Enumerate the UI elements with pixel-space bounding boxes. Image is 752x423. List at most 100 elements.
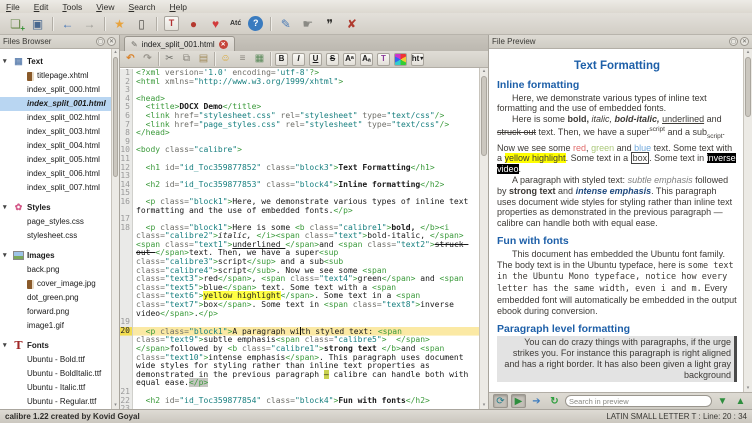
scroll-down-icon[interactable]: ▾ [744, 385, 752, 392]
file-item[interactable]: Ubuntu - Bold.ttf [0, 353, 111, 367]
files-scrollbar[interactable]: ▴ ▾ [111, 49, 119, 409]
float-icon[interactable]: ◻ [96, 37, 105, 46]
spellcheck-icon[interactable]: Atć [230, 16, 241, 31]
style-dropdown-icon[interactable]: ht▾ [411, 53, 424, 66]
code-line[interactable]: 14 <h2 id="id_Toc359877853" class="block… [120, 181, 479, 190]
file-item[interactable]: forward.png [0, 305, 111, 319]
check-book-icon[interactable]: ● [186, 16, 201, 31]
scroll-down-icon[interactable]: ▾ [112, 402, 119, 409]
live-refresh-icon[interactable]: ▶ [511, 394, 526, 408]
file-item[interactable]: Ubuntu - Regular.ttf [0, 395, 111, 409]
float-icon[interactable]: ◻ [729, 37, 738, 46]
scroll-up-icon[interactable]: ▴ [480, 68, 488, 75]
file-item[interactable]: index_split_002.html [0, 111, 111, 125]
close-icon[interactable]: ✕ [740, 37, 749, 46]
file-item[interactable]: index_split_006.html [0, 167, 111, 181]
code-line[interactable]: 2<html xmlns="http://www.w3.org/1999/xht… [120, 78, 479, 87]
bold-icon[interactable]: B [275, 53, 288, 66]
file-item[interactable]: Ubuntu - Italic.ttf [0, 381, 111, 395]
menu-file[interactable]: File [6, 2, 20, 12]
paste-icon[interactable]: ▤ [197, 53, 210, 66]
follow-cursor-icon[interactable]: ➔ [529, 394, 544, 408]
section-styles[interactable]: ▾✿Styles [0, 199, 111, 215]
tab-index-split-001[interactable]: ✎ index_split_001.html ✕ [124, 36, 235, 51]
reload-icon[interactable]: ↻ [547, 394, 562, 408]
donate-heart-icon[interactable]: ♥ [208, 16, 223, 31]
editor-scrollbar[interactable]: ▴ ▾ [479, 68, 488, 409]
special-character-icon[interactable]: ☺ [219, 53, 232, 66]
code-line[interactable]: 12 <h1 id="id_Toc359877852" class="block… [120, 164, 479, 173]
save-icon[interactable]: ▣ [30, 16, 45, 31]
menu-help[interactable]: Help [169, 2, 186, 12]
file-item[interactable]: cover_image.jpg [0, 277, 111, 291]
code-line[interactable]: 20 <p class="block1">A paragraph with st… [120, 327, 479, 388]
search-input[interactable] [565, 395, 712, 407]
code-line[interactable]: 16 <p class="block1">Here, we demonstrat… [120, 198, 479, 215]
forward-icon[interactable]: → [82, 16, 97, 31]
refresh-preview-icon[interactable]: ⟳ [493, 394, 508, 408]
scroll-up-icon[interactable]: ▴ [112, 49, 119, 56]
file-item[interactable]: index_split_000.html [0, 83, 111, 97]
file-item[interactable]: stylesheet.css [0, 229, 111, 243]
code-editor[interactable]: 1<?xml version='1.0' encoding='utf-8'?>2… [120, 69, 479, 409]
find-previous-button[interactable]: ▲ [733, 394, 748, 408]
preview-scrollbar[interactable]: ▴ ▾ [743, 49, 752, 392]
code-line[interactable]: 8</head> [120, 129, 479, 138]
background-color-icon[interactable] [394, 53, 407, 66]
code-line[interactable]: 19 [120, 318, 479, 327]
file-item[interactable]: Ubuntu - BoldItalic.ttf [0, 367, 111, 381]
back-icon[interactable]: ← [60, 16, 75, 31]
code-line[interactable]: 10<body class="calibre"> [120, 146, 479, 155]
find-next-button[interactable]: ▼ [715, 394, 730, 408]
insert-block-icon[interactable]: ≡ [236, 53, 249, 66]
file-item[interactable]: index_split_007.html [0, 181, 111, 195]
scroll-up-icon[interactable]: ▴ [744, 49, 752, 56]
section-images[interactable]: ▾Images [0, 247, 111, 263]
menu-tools[interactable]: Tools [62, 2, 82, 12]
beautify-wand-icon[interactable]: ★ [112, 16, 127, 31]
expander-icon[interactable]: ▾ [3, 203, 10, 211]
section-fonts[interactable]: ▾TFonts [0, 337, 111, 353]
copy-icon[interactable]: ⧉ [180, 53, 193, 66]
code-line[interactable]: 18 <p class="block1">Here is some <b cla… [120, 224, 479, 319]
file-item[interactable]: index_split_001.html [0, 97, 111, 111]
file-item[interactable]: page_styles.css [0, 215, 111, 229]
text-color-icon[interactable]: T [377, 53, 390, 66]
underline-icon[interactable]: U [309, 53, 322, 66]
file-item[interactable]: image1.gif [0, 319, 111, 333]
expander-icon[interactable]: ▾ [3, 251, 10, 259]
file-item[interactable]: dot_green.png [0, 291, 111, 305]
compress-images-icon[interactable]: ☛ [300, 16, 315, 31]
help-icon[interactable]: ? [248, 16, 263, 31]
expander-icon[interactable]: ▾ [3, 341, 10, 349]
scroll-down-icon[interactable]: ▾ [480, 402, 488, 409]
section-text[interactable]: ▾▦Text [0, 53, 111, 69]
code-line[interactable]: 22 <h2 id="id_Toc359877854" class="block… [120, 397, 479, 406]
superscript-icon[interactable]: Aᵃ [343, 53, 356, 66]
italic-icon[interactable]: I [292, 53, 305, 66]
remove-unused-css-icon[interactable]: ✘ [344, 16, 359, 31]
code-line[interactable]: 7 <link href="page_styles.css" rel="styl… [120, 121, 479, 130]
smarten-punctuation-icon[interactable]: ❞ [322, 16, 337, 31]
expander-icon[interactable]: ▾ [3, 57, 10, 65]
edit-toc-icon[interactable]: T [164, 16, 179, 31]
file-item[interactable]: index_split_004.html [0, 139, 111, 153]
file-item[interactable]: titlepage.xhtml [0, 69, 111, 83]
undo-icon[interactable]: ↶ [124, 53, 137, 66]
preview-device-icon[interactable]: ▯ [134, 16, 149, 31]
code-line[interactable]: 3 [120, 86, 479, 95]
subscript-icon[interactable]: Aₐ [360, 53, 373, 66]
redo-icon[interactable]: ↷ [141, 53, 154, 66]
menu-view[interactable]: View [96, 2, 114, 12]
arrange-files-icon[interactable]: ✎ [278, 16, 293, 31]
cut-icon[interactable]: ✂ [163, 53, 176, 66]
file-item[interactable]: index_split_003.html [0, 125, 111, 139]
menu-edit[interactable]: Edit [34, 2, 49, 12]
tab-close-icon[interactable]: ✕ [219, 40, 228, 49]
close-icon[interactable]: ✕ [107, 37, 116, 46]
strikethrough-icon[interactable]: S [326, 53, 339, 66]
new-file-icon[interactable]: ❏+ [8, 16, 23, 31]
insert-image-icon[interactable]: ▦ [253, 53, 266, 66]
file-item[interactable]: index_split_005.html [0, 153, 111, 167]
file-item[interactable]: back.png [0, 263, 111, 277]
